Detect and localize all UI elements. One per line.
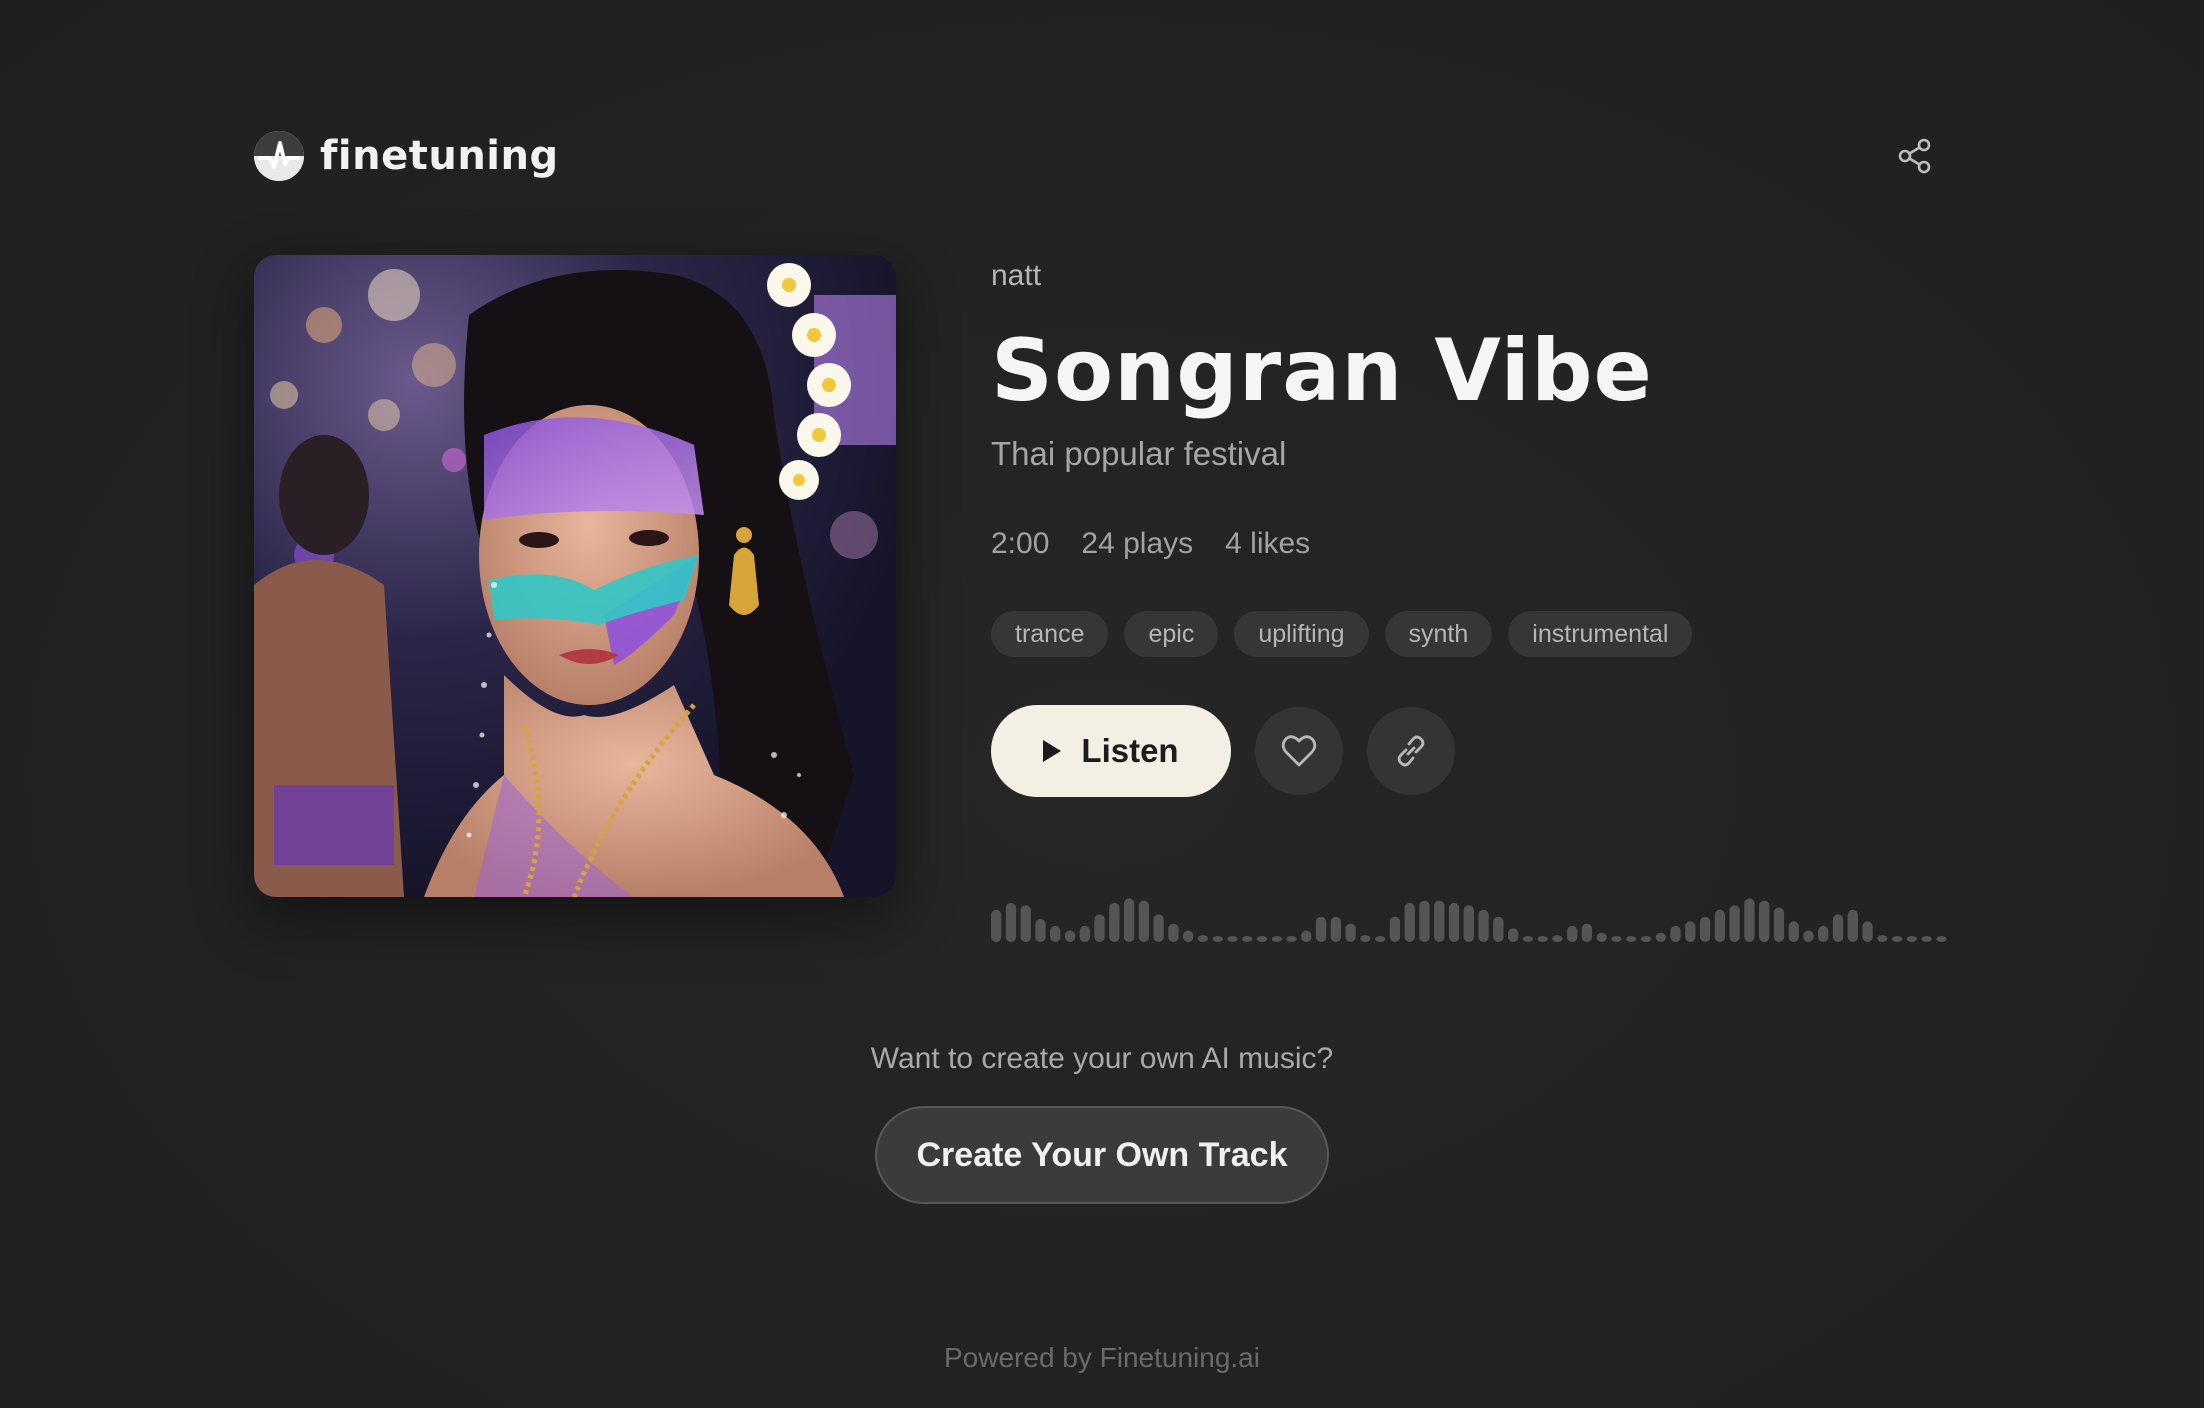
waveform-bar[interactable]: [1788, 921, 1799, 942]
play-count: 24 plays: [1081, 527, 1194, 560]
waveform-bar[interactable]: [1375, 936, 1386, 942]
waveform-bar[interactable]: [1507, 928, 1519, 942]
artist-name[interactable]: natt: [991, 259, 1951, 299]
waveform-bar[interactable]: [1685, 921, 1696, 942]
waveform-bar[interactable]: [1168, 923, 1179, 942]
waveform-bar[interactable]: [1271, 936, 1282, 942]
waveform-bar[interactable]: [1286, 936, 1297, 942]
tag-list: trance epic uplifting synth instrumental: [991, 611, 1951, 657]
waveform-bar[interactable]: [1522, 936, 1534, 942]
waveform-bar[interactable]: [1404, 902, 1415, 942]
powered-by-link[interactable]: Powered by Finetuning.ai: [0, 1342, 2204, 1374]
waveform-bar[interactable]: [1611, 936, 1622, 942]
copy-link-button[interactable]: [1367, 707, 1455, 795]
track-duration: 2:00: [991, 527, 1050, 560]
link-icon: [1397, 735, 1425, 767]
waveform-bar[interactable]: [1655, 932, 1666, 942]
waveform-bar[interactable]: [1832, 914, 1844, 942]
waveform-bar[interactable]: [1434, 900, 1445, 942]
tag-chip[interactable]: epic: [1124, 611, 1219, 657]
waveform-bar[interactable]: [1463, 905, 1474, 942]
waveform-bar[interactable]: [1227, 936, 1238, 942]
waveform-bar[interactable]: [1581, 923, 1593, 942]
waveform[interactable]: [991, 880, 1951, 950]
waveform-bar[interactable]: [1345, 923, 1356, 942]
track-title: Songran Vibe: [991, 321, 1653, 421]
tag-chip[interactable]: instrumental: [1508, 611, 1693, 657]
waveform-bar[interactable]: [991, 909, 1002, 942]
share-icon: [1898, 138, 1931, 174]
waveform-bar[interactable]: [1773, 907, 1785, 943]
waveform-bar[interactable]: [1862, 921, 1873, 942]
listen-label: Listen: [1081, 732, 1179, 769]
waveform-bar[interactable]: [1759, 900, 1770, 942]
waveform-bar[interactable]: [1478, 909, 1489, 942]
tag-chip[interactable]: synth: [1384, 611, 1493, 657]
waveform-bar[interactable]: [1242, 936, 1253, 942]
waveform-bar[interactable]: [1567, 925, 1578, 942]
play-icon: [1043, 740, 1062, 762]
waveform-bar[interactable]: [1744, 898, 1755, 942]
waveform-bar[interactable]: [1020, 905, 1031, 942]
track-info: natt Songran Vibe Thai popular festival …: [991, 255, 1951, 797]
waveform-bar[interactable]: [1109, 902, 1120, 942]
waveform-bar[interactable]: [1714, 909, 1726, 942]
waveform-bar[interactable]: [1936, 936, 1947, 942]
waveform-bar[interactable]: [1123, 898, 1135, 942]
waveform-bar[interactable]: [1197, 935, 1209, 942]
waveform-bar[interactable]: [1212, 936, 1223, 942]
track-description: Thai popular festival: [991, 435, 1287, 472]
waveform-bar[interactable]: [1256, 936, 1268, 942]
waveform-bar[interactable]: [1847, 909, 1858, 942]
waveform-bar[interactable]: [1005, 902, 1017, 942]
waveform-logo-icon: [254, 131, 304, 181]
track-actions: Listen: [991, 705, 1951, 797]
waveform-bar[interactable]: [1389, 916, 1401, 942]
cover-art-image: [254, 255, 896, 897]
share-button[interactable]: [1893, 134, 1937, 178]
cta-question: Want to create your own AI music?: [870, 1042, 1334, 1075]
track-stats: 2:00 24 plays 4 likes: [991, 527, 1951, 561]
like-count: 4 likes: [1225, 527, 1311, 560]
waveform-bar[interactable]: [1330, 916, 1342, 942]
waveform-bar[interactable]: [1803, 930, 1814, 943]
create-track-button[interactable]: Create Your Own Track: [875, 1106, 1329, 1204]
waveform-bar[interactable]: [1493, 916, 1504, 942]
waveform-bar[interactable]: [1626, 936, 1637, 942]
brand-name: finetuning: [320, 133, 559, 179]
brand[interactable]: finetuning: [254, 130, 559, 182]
tag-chip[interactable]: uplifting: [1234, 611, 1369, 657]
waveform-bar[interactable]: [1906, 936, 1918, 942]
waveform-bar[interactable]: [1079, 925, 1090, 942]
waveform-bar[interactable]: [1877, 935, 1888, 942]
waveform-bar[interactable]: [1138, 900, 1150, 942]
waveform-bar[interactable]: [1419, 900, 1430, 942]
waveform-bar[interactable]: [1537, 936, 1548, 942]
waveform-bar[interactable]: [1552, 935, 1563, 942]
tag-chip[interactable]: trance: [991, 611, 1109, 657]
waveform-bar[interactable]: [1094, 914, 1105, 942]
waveform-bar[interactable]: [1818, 925, 1829, 942]
waveform-bar[interactable]: [1183, 930, 1194, 943]
waveform-bar[interactable]: [1301, 930, 1312, 943]
track-page: finetuning natt Songran Vibe Thai popula…: [0, 0, 2204, 1408]
waveform-bar[interactable]: [1360, 935, 1371, 942]
waveform-bar[interactable]: [1891, 936, 1903, 942]
waveform-bar[interactable]: [1448, 902, 1460, 942]
waveform-bar[interactable]: [1064, 930, 1076, 943]
waveform-bar[interactable]: [1153, 914, 1164, 942]
waveform-bar[interactable]: [1035, 919, 1046, 942]
waveform-bar[interactable]: [1640, 936, 1652, 942]
heart-icon: [1281, 735, 1317, 767]
waveform-bar[interactable]: [1921, 936, 1932, 942]
waveform-bar[interactable]: [1729, 905, 1740, 942]
waveform-bar[interactable]: [1050, 925, 1061, 942]
waveform-bar[interactable]: [1315, 916, 1327, 942]
listen-button[interactable]: Listen: [991, 705, 1231, 797]
like-button[interactable]: [1255, 707, 1343, 795]
waveform-bar[interactable]: [1670, 925, 1681, 942]
waveform-bar[interactable]: [1699, 916, 1711, 942]
waveform-bar[interactable]: [1596, 932, 1607, 942]
